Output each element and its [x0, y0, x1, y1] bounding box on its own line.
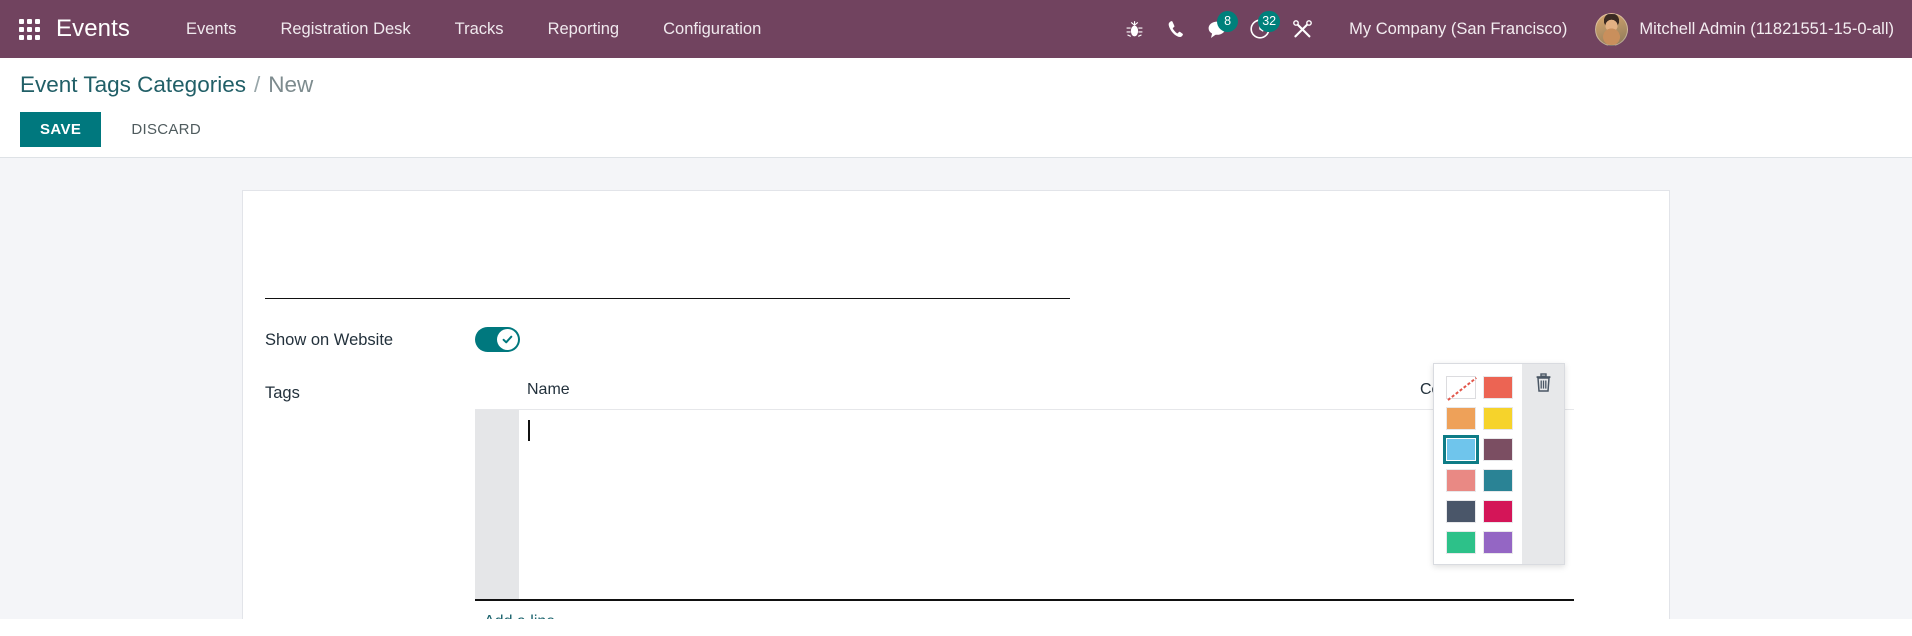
breadcrumb: Event Tags Categories / New	[20, 72, 1892, 98]
color-swatch-cell-4	[1442, 434, 1479, 465]
color-palette-dropdown	[1433, 363, 1565, 565]
activity-clock-icon[interactable]: 32	[1239, 0, 1281, 58]
user-menu-label: Mitchell Admin (11821551-15-0-all)	[1639, 19, 1894, 38]
text-caret	[528, 420, 530, 441]
top-navbar: Events Events Registration Desk Tracks R…	[0, 0, 1912, 58]
main-menu-bar: Events Registration Desk Tracks Reportin…	[164, 0, 783, 58]
color-swatch-cell-7	[1479, 465, 1516, 496]
tag-name-input[interactable]	[527, 420, 1404, 442]
color-swatch-purple[interactable]	[1482, 531, 1513, 554]
tools-icon[interactable]	[1281, 0, 1323, 58]
color-swatch-light-blue[interactable]	[1442, 435, 1479, 464]
row-name-cell[interactable]	[519, 409, 1412, 601]
show-on-website-label: Show on Website	[265, 331, 394, 349]
bug-icon[interactable]	[1113, 0, 1155, 58]
menu-item-registration-desk[interactable]: Registration Desk	[258, 0, 432, 58]
table-header-row: Name Color In…	[475, 374, 1574, 410]
trash-icon	[1536, 373, 1550, 392]
color-swatch-cell-0	[1442, 372, 1479, 403]
color-swatch-no-color[interactable]	[1445, 376, 1476, 399]
menu-item-tracks[interactable]: Tracks	[433, 0, 526, 58]
color-swatch-cell-8	[1442, 496, 1479, 527]
delete-row-area[interactable]	[1522, 364, 1564, 564]
discard-button[interactable]: DISCARD	[113, 112, 219, 147]
color-swatch-cell-2	[1442, 403, 1479, 434]
activity-badge-count: 32	[1258, 11, 1281, 32]
form-sheet: Show on Website Tags Name Color	[242, 190, 1670, 619]
control-panel: Event Tags Categories / New SAVE DISCARD	[0, 58, 1912, 158]
breadcrumb-separator: /	[253, 72, 261, 97]
chat-badge-count: 8	[1217, 11, 1239, 32]
apps-grid-icon[interactable]	[12, 12, 46, 46]
color-swatch-grid	[1442, 372, 1516, 558]
color-swatch-cell-3	[1479, 403, 1516, 434]
show-on-website-toggle[interactable]	[475, 327, 520, 352]
form-view-area: Show on Website Tags Name Color	[0, 158, 1912, 619]
color-swatch-medium-blue[interactable]	[1482, 469, 1513, 492]
breadcrumb-root[interactable]: Event Tags Categories	[20, 72, 246, 98]
save-button[interactable]: SAVE	[20, 112, 102, 147]
color-swatch-cell-6	[1442, 465, 1479, 496]
field-tags-row: Tags Name Color In…	[265, 374, 1633, 620]
table-row[interactable]	[475, 409, 1574, 601]
color-swatch-cell-10	[1442, 527, 1479, 558]
color-swatch-dark-blue[interactable]	[1445, 500, 1476, 523]
app-brand-events[interactable]: Events	[56, 15, 130, 43]
toggle-knob-check-icon	[497, 329, 518, 350]
breadcrumb-current: New	[268, 72, 314, 97]
color-swatch-cell-5	[1479, 434, 1516, 465]
menu-item-reporting[interactable]: Reporting	[526, 0, 642, 58]
column-header-handle	[475, 374, 519, 410]
navbar-systray: 8 32 My Company (San Francisco) Mitchell…	[1113, 0, 1894, 58]
category-name-input[interactable]	[265, 237, 1070, 299]
form-action-buttons: SAVE DISCARD	[20, 112, 1892, 147]
user-menu[interactable]: Mitchell Admin (11821551-15-0-all)	[1587, 12, 1894, 46]
chat-bubble-icon[interactable]: 8	[1197, 0, 1239, 58]
add-a-line-link[interactable]: Add a line	[484, 613, 555, 620]
color-swatch-fuchsia[interactable]	[1482, 500, 1513, 523]
field-show-on-website-row: Show on Website	[265, 327, 1633, 352]
color-swatch-yellow[interactable]	[1482, 407, 1513, 430]
menu-item-events[interactable]: Events	[164, 0, 258, 58]
tags-table: Name Color In…	[475, 374, 1574, 601]
column-header-name: Name	[519, 374, 1412, 410]
phone-icon[interactable]	[1155, 0, 1197, 58]
company-switcher[interactable]: My Company (San Francisco)	[1323, 20, 1587, 39]
color-swatch-dark-purple[interactable]	[1482, 438, 1513, 461]
color-swatch-green[interactable]	[1445, 531, 1476, 554]
color-swatch-salmon-pink[interactable]	[1445, 469, 1476, 492]
menu-item-configuration[interactable]: Configuration	[641, 0, 783, 58]
color-swatch-red[interactable]	[1482, 376, 1513, 399]
color-swatch-orange[interactable]	[1445, 407, 1476, 430]
row-drag-handle[interactable]	[475, 409, 519, 601]
color-swatch-cell-11	[1479, 527, 1516, 558]
color-swatch-cell-1	[1479, 372, 1516, 403]
color-swatch-cell-9	[1479, 496, 1516, 527]
tags-label: Tags	[265, 384, 300, 402]
avatar	[1595, 12, 1629, 46]
